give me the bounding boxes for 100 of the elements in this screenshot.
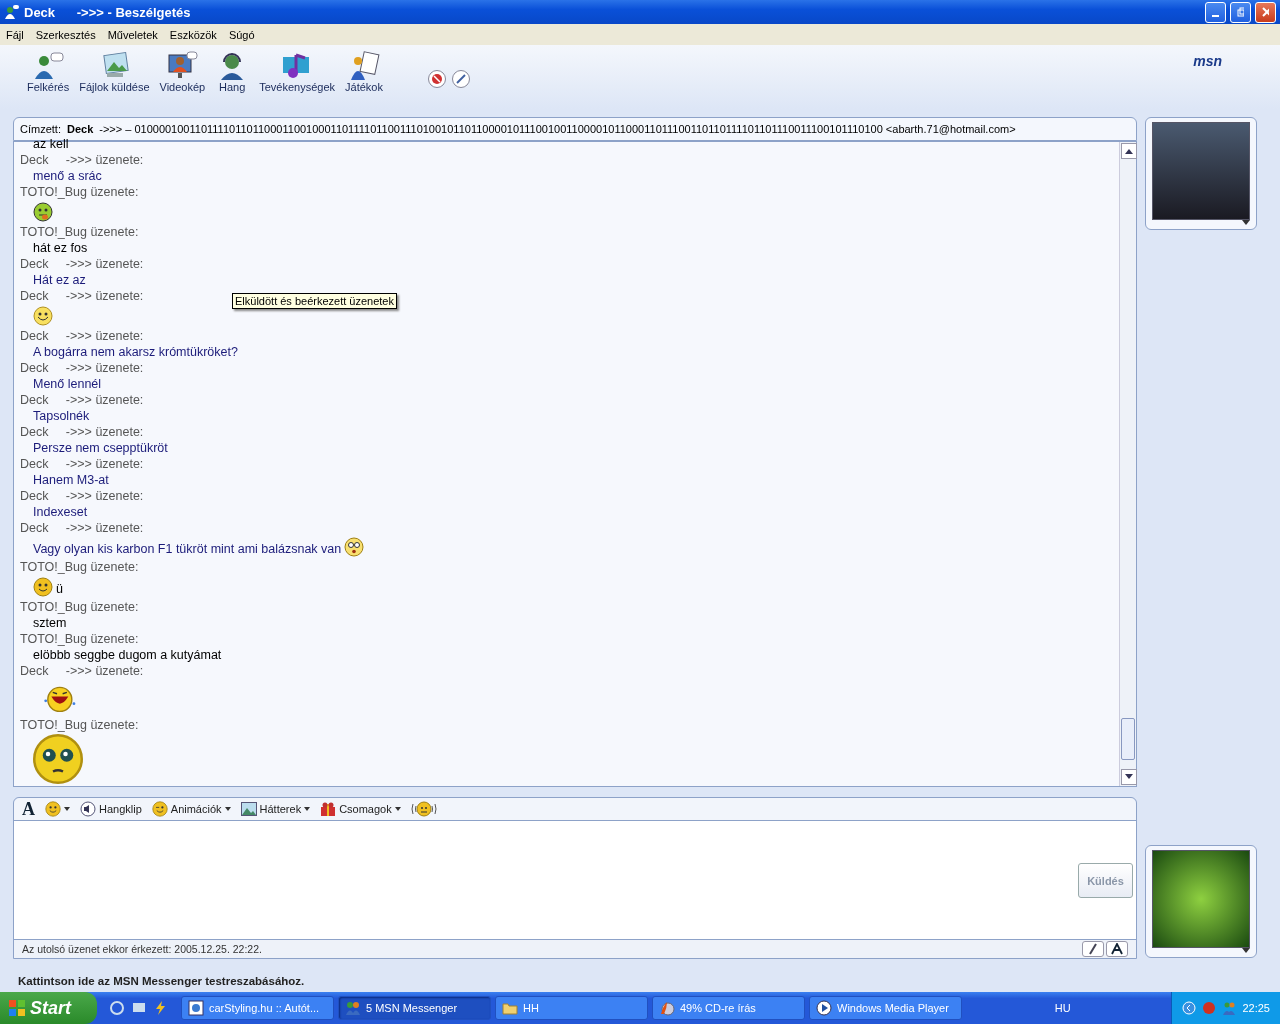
menu-item[interactable]: Eszközök: [163, 28, 223, 41]
shaking-smiley-icon: [410, 801, 437, 817]
message-header: TOTO!_Bug üzenete:: [20, 599, 139, 615]
recipient-address: ->>> – 0100001001101111011011000110010001101111011001110100101101100001011100100110000101100011011100110110111101101110011100101110100 <abarth.71@hotmail.com>: [99, 123, 1016, 135]
recipient-label: Címzett:: [20, 123, 61, 135]
smiley-icon: [45, 801, 61, 817]
toolbar-button[interactable]: Tevékenységek: [254, 49, 340, 95]
smiley-icon: [33, 305, 53, 326]
taskbar-button[interactable]: HH: [495, 996, 648, 1020]
brand-logo: msn: [1193, 53, 1222, 69]
message-text: Vagy olyan kis karbon F1 tükröt mint ami balázsnak van: [33, 541, 342, 558]
message-header: TOTO!_Bug üzenete:: [20, 716, 139, 733]
people-icon: [4, 4, 20, 20]
toolbar-button[interactable]: Játékok: [340, 49, 388, 95]
message-text: ü: [56, 581, 63, 597]
message-text: az kell: [33, 136, 69, 152]
scrollbar[interactable]: [1119, 142, 1136, 786]
input-toolbar-button[interactable]: Hátterek: [240, 802, 311, 816]
start-button[interactable]: Start: [0, 992, 97, 1024]
menu-item[interactable]: Fájl: [0, 28, 30, 41]
message-text: Indexeset: [33, 503, 88, 520]
message-header: Deck ->>> üzenete:: [20, 287, 144, 304]
people-icon: [345, 1000, 361, 1016]
taskbar-button[interactable]: Windows Media Player: [809, 996, 962, 1020]
menu-item[interactable]: Műveletek: [101, 28, 164, 41]
input-toolbar-button[interactable]: [45, 801, 70, 817]
flag-icon: [8, 999, 26, 1017]
message-text: Hanem M3-at: [33, 471, 109, 488]
window-title: Deck ->>> - Beszélgetés: [24, 4, 192, 20]
input-toolbar-button[interactable]: Animációk: [151, 801, 231, 817]
message-header: TOTO!_Bug üzenete:: [20, 631, 139, 647]
menu-item[interactable]: Súgó: [222, 28, 261, 41]
message-text: menő a srác: [33, 168, 102, 184]
message-text: elöbbb seggbe dugom a kutyámat: [33, 647, 222, 663]
toolbar-button[interactable]: Felkérés: [22, 49, 75, 95]
close-button[interactable]: [1255, 1, 1276, 23]
message-header: Deck ->>> üzenete:: [20, 152, 144, 168]
message-header: Deck ->>> üzenete:: [20, 663, 144, 679]
letter-icon: [1111, 943, 1123, 955]
smiley-icon: [33, 577, 53, 597]
block-button[interactable]: [427, 70, 446, 88]
toolbar-button[interactable]: Videokép: [154, 49, 211, 95]
last-message-info: Az utolsó üzenet ekkor érkezett: 2005.12.25. 22:22.: [22, 943, 263, 955]
message-header: TOTO!_Bug üzenete:: [20, 559, 139, 576]
page-icon: [188, 1000, 204, 1016]
minimize-button[interactable]: [1205, 1, 1226, 23]
language-indicator[interactable]: HU: [1054, 1002, 1071, 1014]
folder-icon: [502, 1000, 518, 1016]
message-header: Deck ->>> üzenete:: [20, 255, 144, 272]
message-text: Tapsolnék: [33, 407, 90, 424]
handwriting-button[interactable]: [1082, 941, 1104, 957]
surprised-smiley-icon: [344, 537, 365, 558]
font-button[interactable]: A: [22, 798, 35, 820]
minimize-icon: [1212, 15, 1219, 17]
message-header: Deck ->>> üzenete:: [20, 391, 144, 408]
input-toolbar-button[interactable]: [410, 801, 437, 817]
clock: 22:25: [1242, 1002, 1270, 1014]
up-arrow-icon[interactable]: [1125, 148, 1133, 154]
taskbar-button[interactable]: 5 MSN Messenger: [338, 996, 491, 1020]
taskbar-button[interactable]: 49% CD-re írás: [652, 996, 805, 1020]
input-toolbar-button[interactable]: Hangklip: [80, 801, 142, 817]
message-header: TOTO!_Bug üzenete:: [20, 223, 139, 240]
toolbar-button[interactable]: Hang: [210, 49, 255, 95]
message-text: hát ez fos: [33, 239, 88, 256]
down-arrow-icon[interactable]: [1125, 774, 1133, 780]
landscape-picture-icon: [240, 802, 257, 816]
recipient-name: Deck: [66, 123, 94, 135]
gift-icon: [320, 801, 337, 817]
message-text: sztem: [33, 615, 67, 631]
message-header: Deck ->>> üzenete:: [20, 455, 144, 472]
restore-button[interactable]: [1230, 1, 1251, 23]
message-header: Deck ->>> üzenete:: [20, 487, 144, 504]
paint-brush-button[interactable]: [451, 70, 470, 88]
message-header: Deck ->>> üzenete:: [20, 423, 144, 440]
restore-icon: [1237, 7, 1244, 17]
winking-smiley-icon: [151, 801, 168, 817]
no-sign-icon: [430, 73, 443, 85]
message-header: Deck ->>> üzenete:: [20, 359, 144, 376]
message-header: Deck ->>> üzenete:: [20, 327, 144, 344]
crying-smiley-icon: [33, 733, 83, 784]
message-header: TOTO!_Bug üzenete:: [20, 184, 139, 200]
pen-icon: [1088, 943, 1098, 955]
message-text: Hát ez az: [33, 271, 86, 288]
message-text: Persze nem csepptükröt: [33, 439, 168, 456]
input-toolbar-button[interactable]: Csomagok: [320, 801, 401, 817]
speaker-icon: [80, 801, 96, 817]
customize-link[interactable]: Kattintson ide az MSN Messenger testreszabásához.: [0, 970, 1280, 992]
text-mode-button[interactable]: [1106, 941, 1128, 957]
tongue-smiley-icon: [33, 201, 53, 222]
monitor-person-icon: [165, 51, 200, 81]
message-header: Deck ->>> üzenete:: [20, 519, 144, 536]
close-icon: [1262, 7, 1269, 17]
message-text: Menő lennél: [33, 375, 102, 392]
globe-icon[interactable]: [109, 1000, 125, 1016]
menu-item[interactable]: Szerkesztés: [29, 28, 102, 41]
play-icon: [816, 1000, 832, 1016]
toolbar-button[interactable]: Fájlok küldése: [74, 49, 155, 95]
tooltip: Elküldött és beérkezett üzenetek: [232, 293, 397, 309]
taskbar-button[interactable]: carStyling.hu :: Autót...: [181, 996, 334, 1020]
scroll-thumb[interactable]: [1121, 718, 1135, 760]
